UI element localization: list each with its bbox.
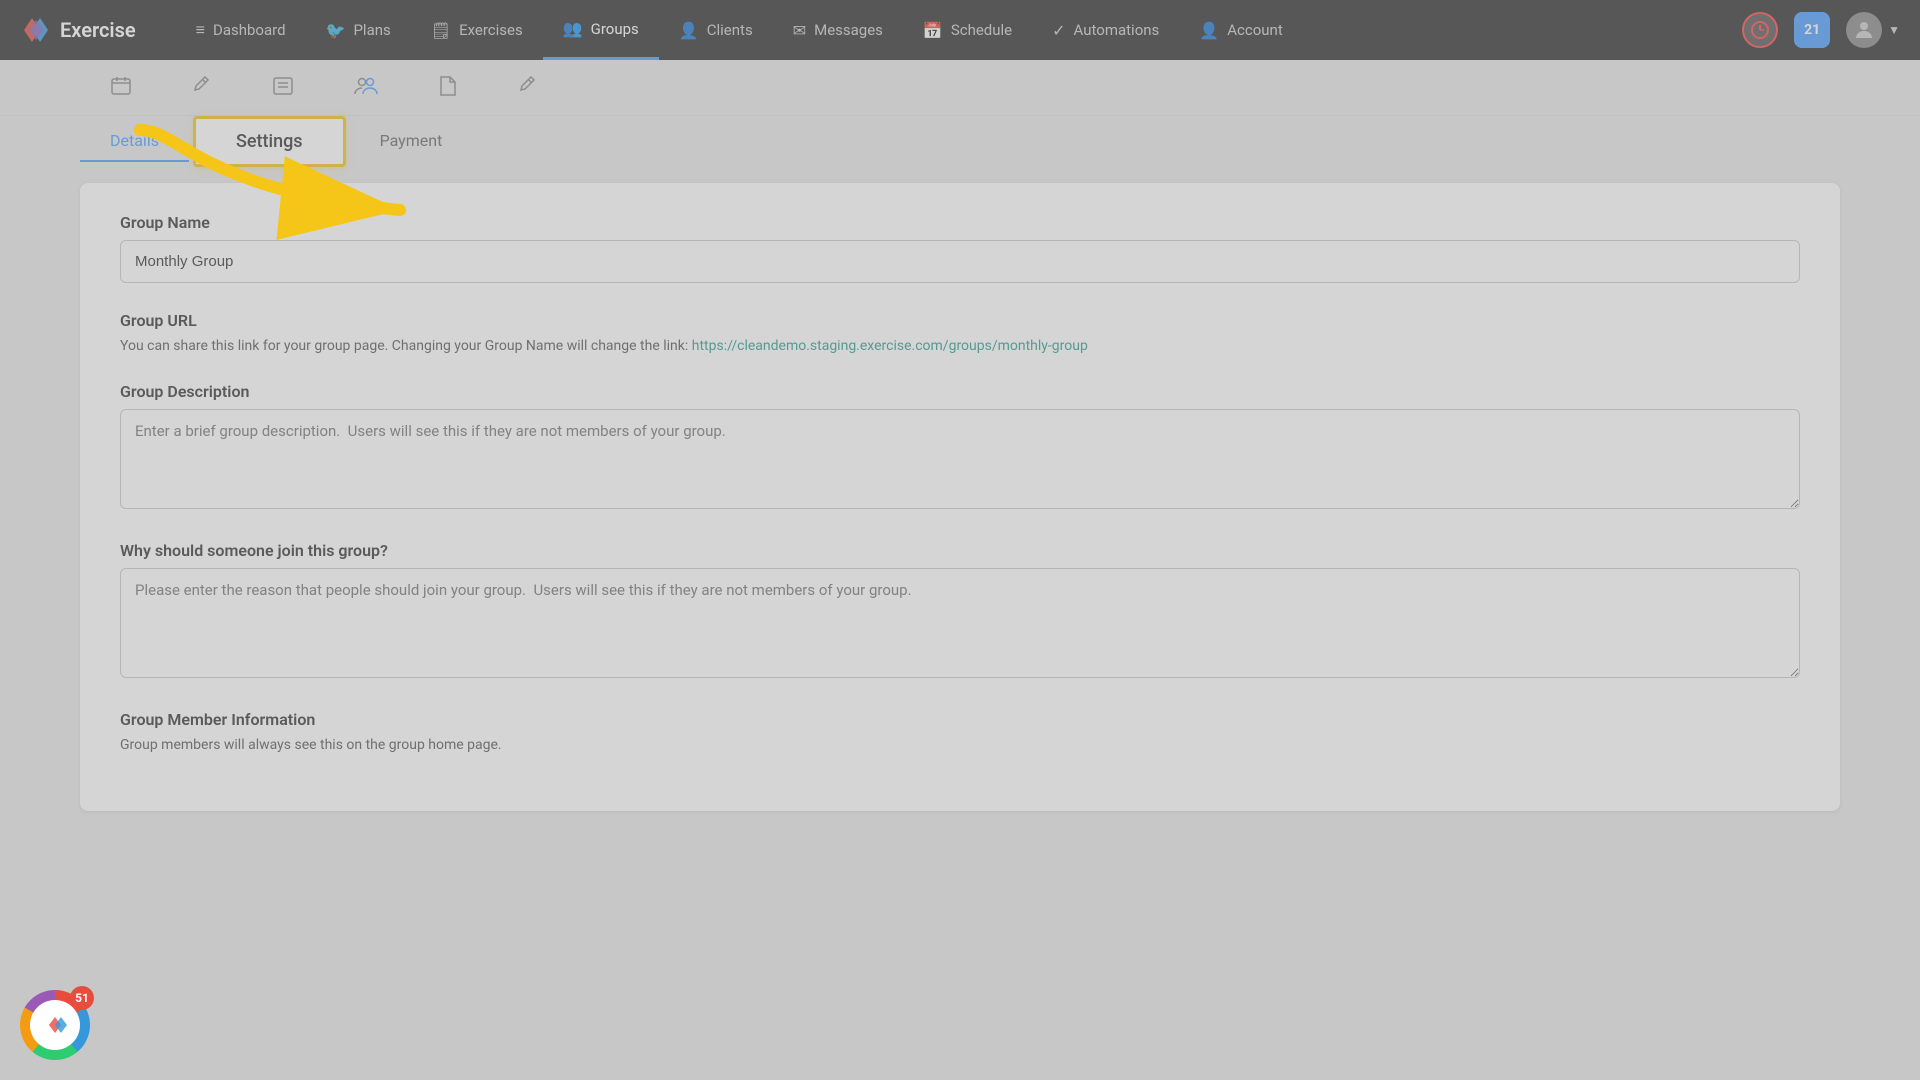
nav-item-plans[interactable]: 🐦 Plans	[306, 0, 411, 60]
sub-nav-edit[interactable]	[162, 60, 242, 116]
edit2-icon	[518, 76, 538, 96]
badge-inner	[30, 1000, 80, 1050]
group-name-label: Group Name	[120, 213, 1800, 232]
calendar-icon	[110, 75, 132, 97]
account-nav-icon: 👤	[1199, 21, 1219, 40]
bottom-left-badge[interactable]: 51	[20, 990, 90, 1060]
group-desc-textarea[interactable]	[120, 409, 1800, 509]
dashboard-icon: ≡	[196, 20, 205, 40]
group-name-group: Group Name	[120, 213, 1800, 283]
tab-payment[interactable]: Payment	[350, 121, 473, 162]
sub-nav-calendar[interactable]	[80, 60, 162, 116]
timer-icon	[1750, 20, 1770, 40]
sub-nav-people[interactable]	[324, 60, 408, 116]
group-name-input[interactable]	[120, 240, 1800, 283]
logo-area[interactable]: Exercise	[20, 14, 136, 46]
top-bar: Exercise ≡ Dashboard 🐦 Plans 🗒 Exercises…	[0, 0, 1920, 60]
join-reason-textarea[interactable]	[120, 568, 1800, 678]
exercises-icon: 🗒	[431, 21, 451, 40]
timer-button[interactable]	[1742, 12, 1778, 48]
schedule-icon: 📅	[923, 21, 943, 40]
people-icon	[354, 75, 378, 97]
join-reason-label: Why should someone join this group?	[120, 541, 1800, 560]
nav-item-automations[interactable]: ✓ Automations	[1032, 0, 1179, 60]
join-reason-group: Why should someone join this group?	[120, 541, 1800, 682]
badge-circle: 51	[20, 990, 90, 1060]
nav-item-schedule[interactable]: 📅 Schedule	[903, 0, 1032, 60]
content-area: Details Settings Payment Group Name Grou…	[0, 116, 1920, 1080]
sub-nav-edit2[interactable]	[488, 60, 568, 116]
nav-item-clients[interactable]: 👤 Clients	[659, 0, 773, 60]
nav-links: ≡ Dashboard 🐦 Plans 🗒 Exercises 👥 Groups…	[176, 0, 1742, 60]
nav-label-clients: Clients	[707, 21, 753, 39]
avatar-area[interactable]: ▼	[1846, 12, 1900, 48]
tab-section: Details Settings Payment	[80, 116, 1840, 167]
sub-nav-document[interactable]	[408, 60, 488, 116]
nav-label-account: Account	[1227, 21, 1283, 39]
nav-item-groups[interactable]: 👥 Groups	[543, 0, 659, 60]
member-info-group: Group Member Information Group members w…	[120, 710, 1800, 753]
nav-label-messages: Messages	[814, 21, 883, 39]
top-bar-right: 21 ▼	[1742, 12, 1900, 48]
nav-label-schedule: Schedule	[951, 21, 1012, 39]
group-desc-label: Group Description	[120, 382, 1800, 401]
nav-label-automations: Automations	[1074, 21, 1160, 39]
badge-number: 51	[70, 986, 94, 1010]
nav-item-account[interactable]: 👤 Account	[1179, 0, 1302, 60]
sub-nav-list[interactable]	[242, 60, 324, 116]
group-url-group: Group URL You can share this link for yo…	[120, 311, 1800, 354]
chevron-down-icon: ▼	[1888, 23, 1900, 37]
nav-item-exercises[interactable]: 🗒 Exercises	[411, 0, 543, 60]
automations-icon: ✓	[1052, 21, 1065, 40]
nav-label-exercises: Exercises	[459, 21, 523, 39]
tab-details-label: Details	[110, 131, 159, 150]
nav-label-dashboard: Dashboard	[213, 21, 286, 39]
notification-count: 21	[1804, 22, 1820, 38]
group-url-link[interactable]: https://cleandemo.staging.exercise.com/g…	[692, 338, 1088, 354]
form-card: Group Name Group URL You can share this …	[80, 183, 1840, 811]
list-icon	[272, 75, 294, 97]
member-info-label: Group Member Information	[120, 710, 1800, 729]
messages-icon: ✉	[793, 21, 806, 40]
tab-settings[interactable]: Settings	[193, 116, 346, 167]
plans-icon: 🐦	[326, 21, 346, 40]
groups-icon: 👥	[563, 19, 583, 38]
logo-text: Exercise	[60, 18, 136, 42]
document-icon	[438, 75, 458, 97]
edit-icon	[192, 76, 212, 96]
avatar	[1846, 12, 1882, 48]
logo-icon	[20, 14, 52, 46]
nav-label-plans: Plans	[353, 21, 390, 39]
badge-icon	[41, 1011, 69, 1039]
notification-button[interactable]: 21	[1794, 12, 1830, 48]
nav-label-groups: Groups	[591, 20, 639, 38]
nav-item-dashboard[interactable]: ≡ Dashboard	[176, 0, 306, 60]
tab-settings-label: Settings	[236, 131, 303, 152]
member-info-desc: Group members will always see this on th…	[120, 737, 1800, 753]
sub-nav	[0, 60, 1920, 116]
tab-payment-label: Payment	[380, 131, 443, 150]
group-url-desc: You can share this link for your group p…	[120, 338, 1800, 354]
clients-icon: 👤	[679, 21, 699, 40]
avatar-icon	[1852, 18, 1876, 42]
group-url-label: Group URL	[120, 311, 1800, 330]
group-desc-group: Group Description	[120, 382, 1800, 513]
nav-item-messages[interactable]: ✉ Messages	[773, 0, 903, 60]
group-url-desc-text: You can share this link for your group p…	[120, 338, 688, 354]
tab-details[interactable]: Details	[80, 121, 189, 162]
